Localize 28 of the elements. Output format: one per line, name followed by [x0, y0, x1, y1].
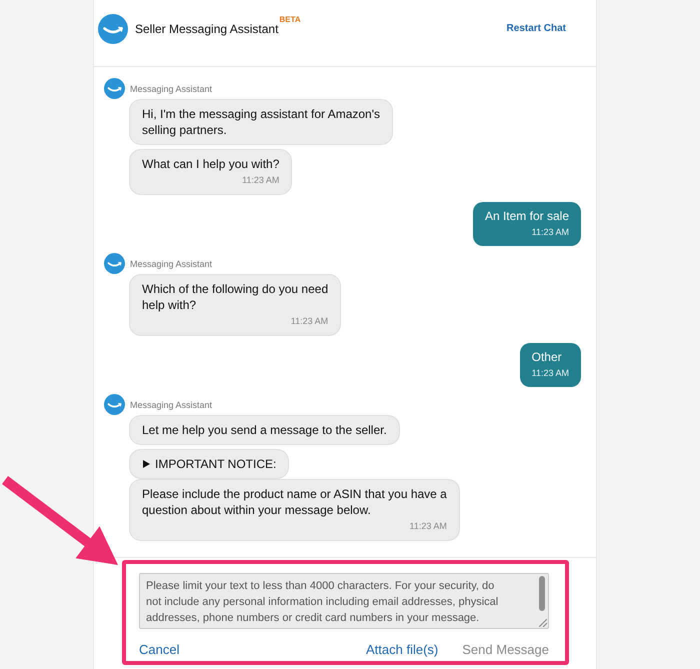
message-time: 11:23 AM: [242, 174, 280, 187]
message-time: 11:23 AM: [290, 315, 328, 328]
message-field[interactable]: Please limit your text to less than 4000 characters. For your security, do not include any personal information including email addresses, physical addresses, phone numbers or credit card numbers in your message.: [139, 573, 549, 629]
restart-chat-link[interactable]: Restart Chat: [506, 14, 566, 44]
resize-grip-icon[interactable]: [539, 619, 547, 627]
message-text: Please include the product name or ASIN that you have a question about within your message below.: [142, 486, 447, 518]
message-time: 11:23 AM: [532, 367, 569, 380]
attach-files-button[interactable]: Attach file(s): [366, 641, 438, 659]
message-text: Let me help you send a message to the seller.: [142, 422, 387, 438]
scrollbar-thumb[interactable]: [539, 576, 545, 611]
message-text: What can I help you with?: [142, 156, 280, 172]
beta-label: BETA: [279, 15, 301, 25]
sender-name: Messaging Assistant: [130, 400, 212, 410]
smile-logo-icon: [98, 14, 128, 44]
cancel-button[interactable]: Cancel: [139, 641, 180, 659]
notice-toggle[interactable]: IMPORTANT NOTICE:: [129, 449, 290, 479]
app-title: Seller Messaging Assistant: [135, 21, 278, 38]
message-text: Which of the following do you need help with?: [142, 281, 328, 313]
message-time: 11:23 AM: [410, 520, 447, 533]
smile-avatar-icon: [104, 78, 125, 99]
message-text: Hi, I'm the messaging assistant for Amazon's selling partners.: [142, 106, 380, 138]
smile-avatar-icon: [104, 253, 125, 274]
sender-name: Messaging Assistant: [130, 258, 212, 268]
sender-name: Messaging Assistant: [130, 84, 212, 94]
message-text: Other: [532, 349, 563, 365]
message-time: 11:23 AM: [532, 226, 569, 239]
message-text: An Item for sale: [484, 208, 569, 224]
smile-avatar-icon: [104, 394, 125, 415]
